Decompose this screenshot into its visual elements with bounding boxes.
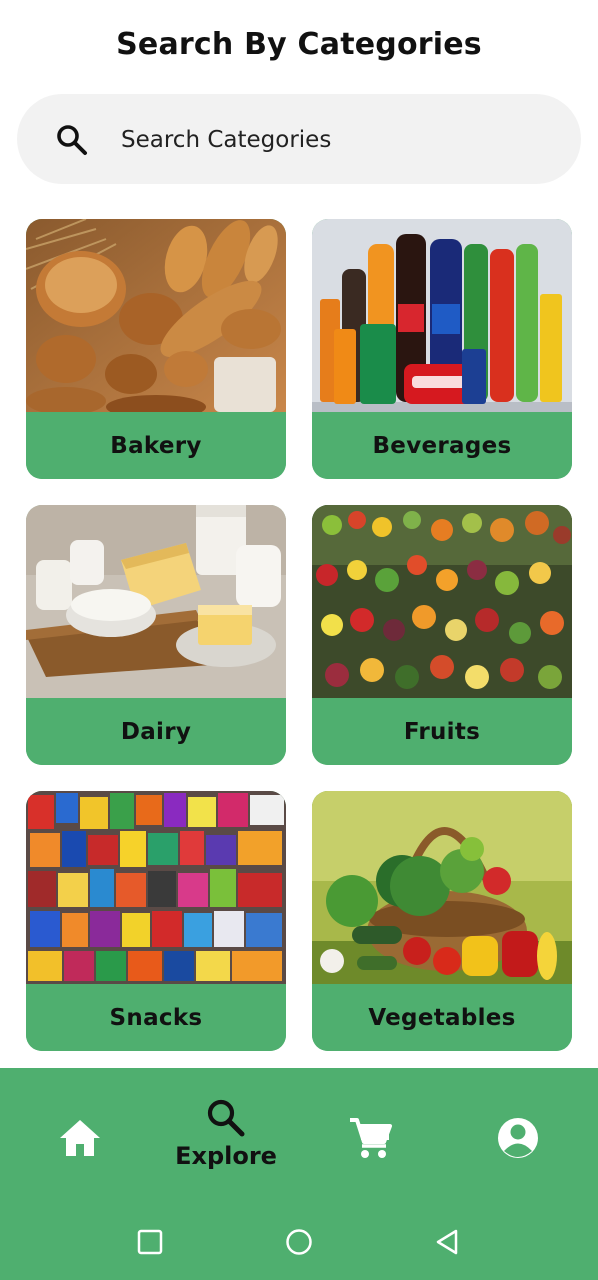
vegetables-photo: [312, 791, 572, 984]
category-card-bakery[interactable]: Bakery: [26, 219, 286, 479]
bakery-photo: [26, 219, 286, 412]
category-label-bar: Snacks: [26, 984, 286, 1051]
category-card-dairy[interactable]: Dairy: [26, 505, 286, 765]
category-label-bar: Vegetables: [312, 984, 572, 1051]
home-circle-icon[interactable]: [285, 1228, 313, 1256]
search-bar[interactable]: [17, 94, 581, 184]
snacks-photo: [26, 791, 286, 984]
beverages-photo: [312, 219, 572, 412]
nav-home[interactable]: [56, 1116, 104, 1160]
dairy-photo: [26, 505, 286, 698]
category-label: Fruits: [403, 718, 481, 745]
category-card-vegetables[interactable]: Vegetables: [312, 791, 572, 1051]
category-card-snacks[interactable]: Snacks: [26, 791, 286, 1051]
nav-profile[interactable]: [494, 1116, 542, 1160]
nav-label: Explore: [175, 1142, 277, 1170]
bottom-navigation: Explore: [0, 1068, 598, 1280]
search-input[interactable]: [121, 122, 541, 158]
system-navigation-bar: [0, 1210, 598, 1270]
search-icon: [207, 1099, 245, 1137]
category-card-fruits[interactable]: Fruits: [312, 505, 572, 765]
category-label: Snacks: [109, 1004, 203, 1031]
account-icon: [498, 1118, 538, 1158]
fruits-photo: [312, 505, 572, 698]
category-label: Dairy: [120, 718, 192, 745]
category-label: Vegetables: [368, 1004, 516, 1031]
recents-icon[interactable]: [136, 1228, 164, 1256]
category-label: Beverages: [372, 432, 512, 459]
nav-cart[interactable]: [346, 1116, 394, 1160]
category-label: Bakery: [110, 432, 202, 459]
search-icon: [57, 125, 87, 155]
category-card-beverages[interactable]: Beverages: [312, 219, 572, 479]
cart-icon: [350, 1118, 392, 1158]
category-label-bar: Dairy: [26, 698, 286, 765]
nav-explore[interactable]: Explore: [175, 1096, 277, 1170]
category-label-bar: Bakery: [26, 412, 286, 479]
back-icon[interactable]: [434, 1228, 462, 1256]
category-label-bar: Fruits: [312, 698, 572, 765]
page-title: Search By Categories: [116, 27, 482, 62]
home-icon: [60, 1120, 100, 1156]
category-label-bar: Beverages: [312, 412, 572, 479]
